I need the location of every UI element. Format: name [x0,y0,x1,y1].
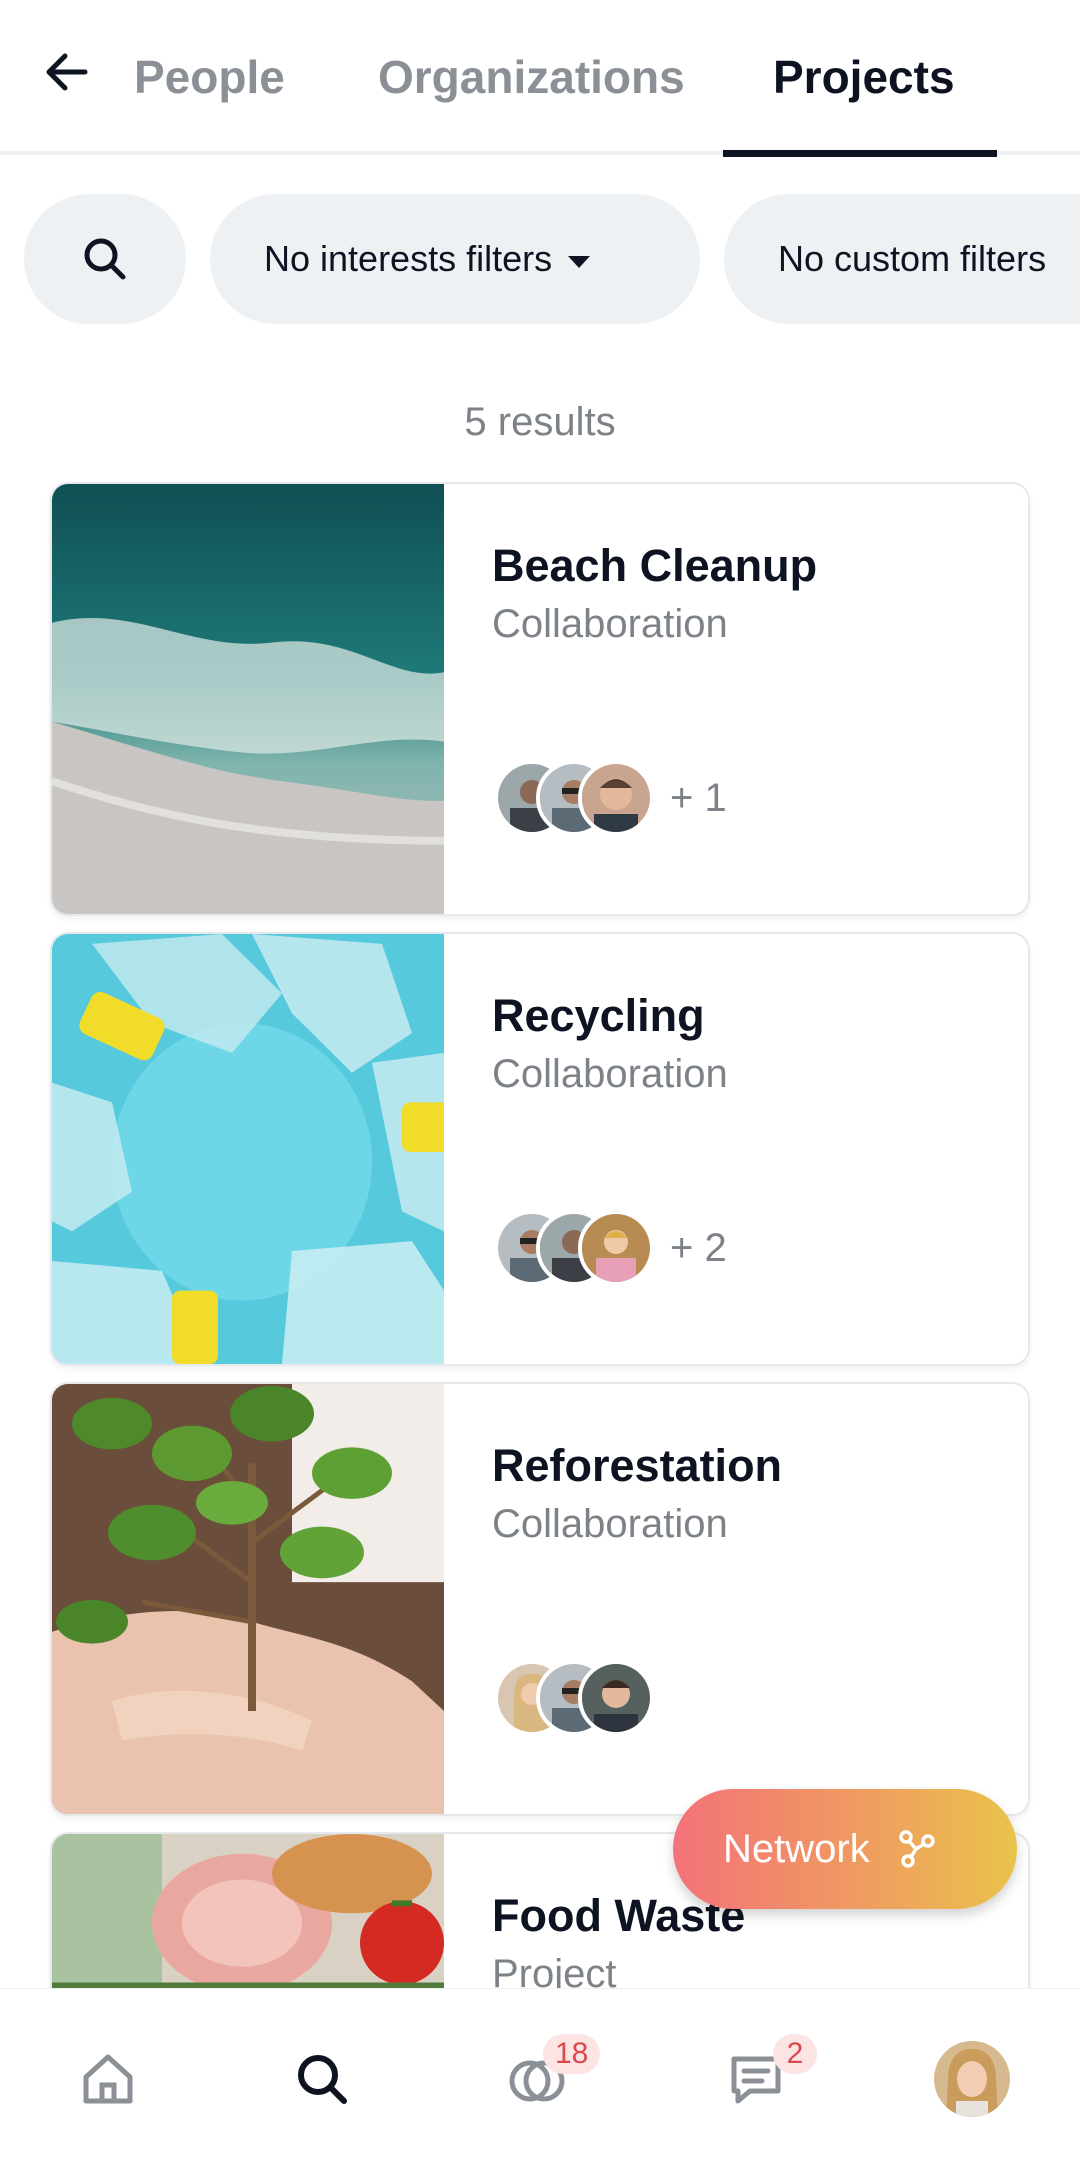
search-icon [298,2055,347,2104]
tab-organizations[interactable]: Organizations [378,50,685,104]
search-icon [84,238,126,280]
nav-profile-avatar[interactable] [934,2041,1010,2117]
back-button[interactable] [36,42,96,102]
more-members-count: + 1 [670,775,727,820]
avatar [934,2041,1010,2117]
project-image [52,934,444,1364]
results-count: 5 results [464,400,616,444]
messages-count-badge: 2 [773,2034,817,2074]
project-image [52,484,444,914]
tab-projects[interactable]: Projects [773,50,955,104]
more-members-count: + 2 [670,1225,727,1270]
home-icon [83,2054,133,2104]
project-type: Collaboration [492,1052,728,1096]
member-avatars [494,1660,670,1736]
interests-filter-dropdown[interactable]: No interests filters [210,194,700,324]
project-card[interactable]: Recycling Collaboration + 2 [50,932,1030,1366]
filter-bar: No interests filters No custom filters [0,194,1080,324]
project-card[interactable]: Reforestation Collaboration [50,1382,1030,1816]
nav-search[interactable] [282,2039,362,2119]
project-type: Collaboration [492,602,728,646]
project-card[interactable]: Beach Cleanup Collaboration + 1 [50,482,1030,916]
network-button-label: Network [723,1826,870,1871]
arrow-left-icon [46,53,88,91]
nav-home[interactable] [68,2039,148,2119]
project-type: Collaboration [492,1502,728,1546]
tab-people[interactable]: People [134,50,285,104]
member-avatars: + 1 [494,760,727,836]
network-button[interactable]: Network [673,1789,1017,1909]
project-title: Reforestation [492,1440,783,1491]
project-title: Beach Cleanup [492,540,818,591]
matches-count-badge: 18 [543,2034,601,2074]
active-tab-indicator [723,150,997,157]
custom-filter-label: No custom filters [778,238,1047,279]
top-tab-bar: People Organizations Projects [0,0,1080,157]
interests-filter-label: No interests filters [264,238,553,279]
network-graph-icon [896,1829,936,1869]
bottom-navigation [0,1988,1080,2179]
project-title: Recycling [492,990,705,1041]
avatar [578,1210,654,1286]
project-image [52,1384,444,1814]
caret-down-icon [568,256,591,268]
member-avatars: + 2 [494,1210,727,1286]
avatar [578,760,654,836]
search-button[interactable] [24,194,186,324]
avatar [578,1660,654,1736]
custom-filter-dropdown[interactable]: No custom filters [724,194,1080,324]
